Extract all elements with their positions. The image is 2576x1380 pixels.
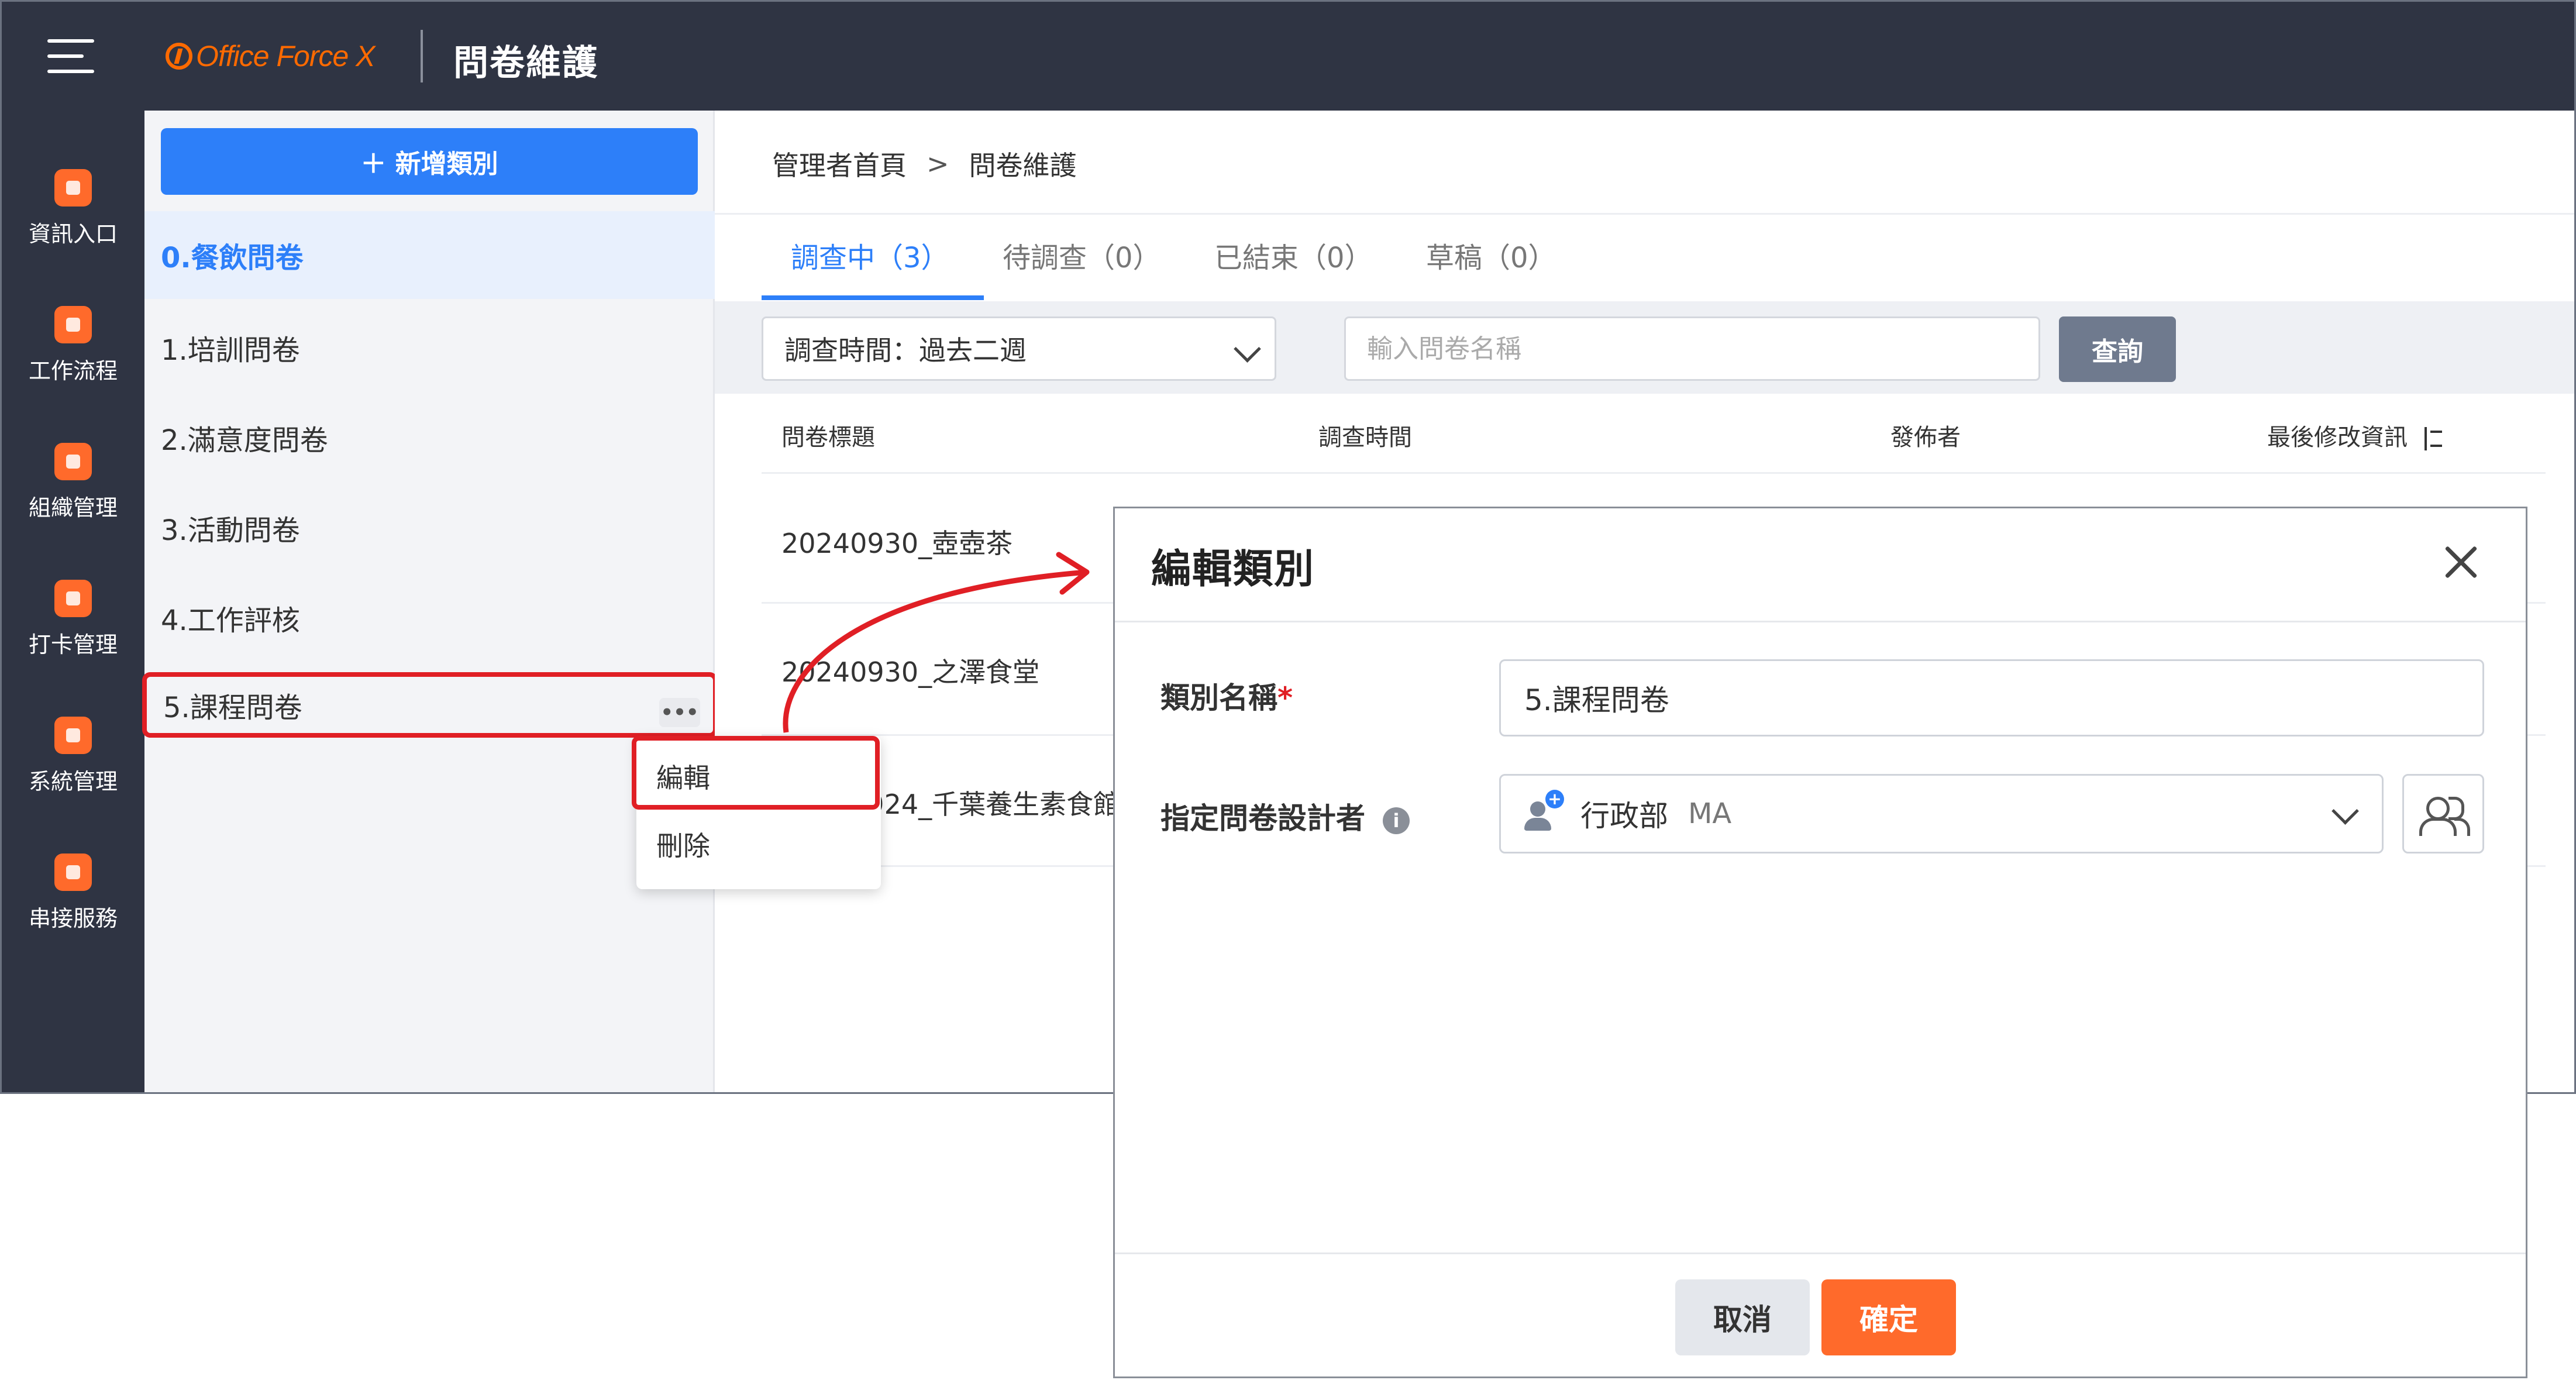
category-item[interactable]: 0.餐飲問卷 [144,211,715,299]
more-options-icon[interactable]: ••• [659,698,700,727]
table-row-title[interactable]: 20240930_之澤食堂 [781,651,1039,690]
people-picker-button[interactable] [2402,774,2484,854]
nav-item-workflow[interactable]: 工作流程 [2,306,144,385]
dialog-footer-divider [1115,1252,2526,1254]
edit-category-dialog: 編輯類別 類別名稱* 指定問卷設計者i + 行政部 MA 取消 確定 [1113,507,2527,1378]
plug-icon [54,854,92,891]
nav-label: 工作流程 [28,358,118,384]
designer-select[interactable]: + 行政部 MA [1499,774,2384,854]
dialog-header-divider [1115,621,2526,622]
nav-label: 資訊入口 [28,221,118,247]
query-button[interactable]: 查詢 [2059,316,2176,382]
designer-user: MA [1688,797,1732,830]
column-header-title: 問卷標題 [781,424,875,451]
category-label: 5.課程問卷 [163,691,302,724]
category-item[interactable]: 3.活動問卷 [144,484,715,572]
column-header-publisher: 發佈者 [1890,424,1961,451]
category-item[interactable]: 2.滿意度問卷 [144,394,715,481]
table-header-divider [762,472,2546,474]
time-range-value: 調查時間：過去二週 [784,335,1027,366]
menu-item-delete[interactable]: 刪除 [656,825,710,863]
office-force-logo: Office Force X [166,36,376,77]
nav-label: 組織管理 [28,495,118,521]
breadcrumb: 管理者首頁 > 問卷維護 [772,144,1077,183]
category-name-label: 類別名稱* [1160,681,1293,715]
nav-label: 系統管理 [28,769,118,794]
category-item-highlighted[interactable]: 5.課程問卷 ••• [142,672,718,738]
nav-label: 串接服務 [28,906,118,931]
category-panel: ＋ 新增類別 0.餐飲問卷 1.培訓問卷 2.滿意度問卷 3.活動問卷 4.工作… [142,111,718,1092]
breadcrumb-home[interactable]: 管理者首頁 [772,144,907,183]
chevron-down-icon [1234,335,1261,363]
designer-department: 行政部 [1580,799,1668,833]
nav-label: 打卡管理 [28,632,118,658]
location-pin-icon [54,580,92,617]
nav-item-integration[interactable]: 串接服務 [2,854,144,932]
chevron-down-icon [2332,797,2359,825]
designer-label: 指定問卷設計者 i [1160,795,1410,837]
column-header-label: 最後修改資訊 [2267,424,2408,451]
chevron-right-icon: > [927,148,949,180]
info-icon[interactable]: i [1383,807,1410,834]
hamburger-icon[interactable] [47,39,94,74]
filter-bar: 調查時間：過去二週 查詢 [715,301,2574,394]
category-name-input[interactable] [1499,659,2484,737]
cancel-button[interactable]: 取消 [1675,1279,1810,1355]
clipboard-check-icon [54,306,92,343]
sort-desc-icon[interactable] [2421,427,2444,450]
active-tab-indicator [762,295,984,300]
top-header: Office Force X 問卷維護 [2,2,2574,111]
nav-item-attendance[interactable]: 打卡管理 [2,580,144,659]
dashboard-icon [54,169,92,207]
people-icon [2426,797,2450,820]
breadcrumb-current: 問卷維護 [969,150,1077,181]
nav-item-dashboard[interactable]: 資訊入口 [2,169,144,248]
dialog-title: 編輯類別 [1151,546,1315,593]
column-header-survey-time: 調查時間 [1318,424,1412,451]
tab-ended-surveys[interactable]: 已結束（0） [1214,235,1373,276]
edit-highlight-box [632,736,880,810]
table-row-title[interactable]: 20240930_壺壺茶 [781,522,1013,561]
column-header-last-modified[interactable]: 最後修改資訊 [2267,418,2444,452]
add-person-icon: + [1522,790,1564,834]
tab-drafts[interactable]: 草稿（0） [1426,235,1556,276]
tab-active-surveys[interactable]: 調查中（3） [791,235,949,276]
nav-item-organization[interactable]: 組織管理 [2,443,144,522]
gear-icon [54,717,92,754]
tabs-divider [715,213,2574,215]
category-item[interactable]: 1.培訓問卷 [144,304,715,391]
confirm-button[interactable]: 確定 [1821,1279,1956,1355]
building-icon [54,443,92,480]
left-nav: 資訊入口 工作流程 組織管理 打卡管理 系統管理 串接服務 [2,111,144,1092]
category-item[interactable]: 4.工作評核 [144,574,715,662]
tab-pending-surveys[interactable]: 待調查（0） [1003,235,1161,276]
required-mark: * [1277,681,1293,715]
close-icon[interactable] [2440,541,2481,582]
nav-item-system[interactable]: 系統管理 [2,717,144,796]
time-range-select[interactable]: 調查時間：過去二週 [762,316,1276,381]
header-divider [421,30,423,82]
survey-name-search-input[interactable] [1344,316,2040,381]
page-title: 問卷維護 [453,43,598,84]
add-category-button[interactable]: ＋ 新增類別 [161,128,698,195]
